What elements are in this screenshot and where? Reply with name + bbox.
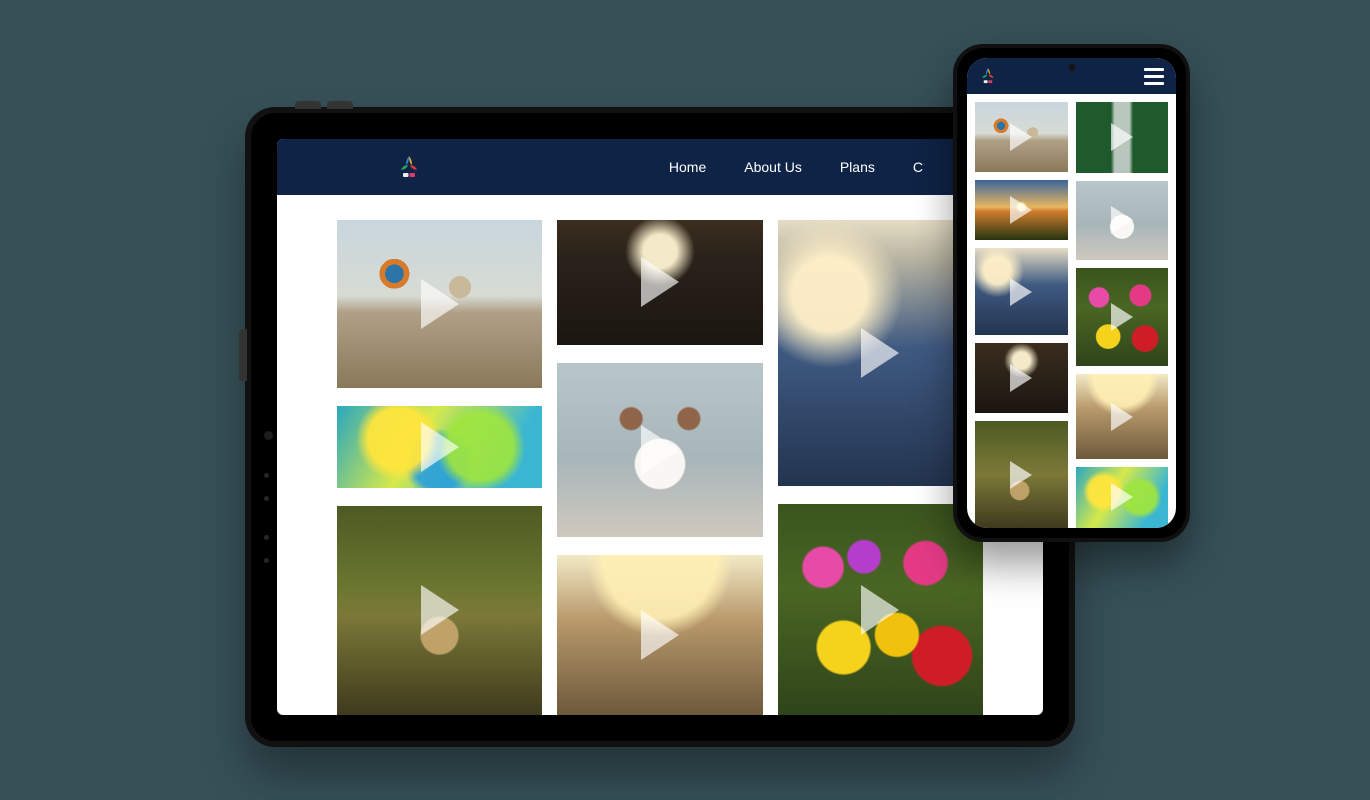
brand-logo-icon[interactable] [397, 153, 421, 181]
video-thumb-hands-raised-sunlight[interactable] [975, 248, 1068, 335]
brand-logo-icon[interactable] [979, 66, 997, 86]
phone-gallery-column-2 [1076, 102, 1169, 528]
play-icon [1010, 461, 1032, 489]
hamburger-menu-icon[interactable] [1144, 68, 1164, 85]
tablet-device-frame: Home About Us Plans C [245, 107, 1075, 747]
play-icon [1111, 303, 1133, 331]
video-thumb-deer[interactable] [975, 421, 1068, 528]
tablet-navbar: Home About Us Plans C [277, 139, 1043, 195]
video-thumb-sunset-field[interactable] [975, 180, 1068, 240]
phone-video-gallery [967, 94, 1176, 528]
video-thumb-concert-crowd[interactable] [975, 343, 1068, 413]
video-thumb-dog[interactable] [557, 363, 762, 537]
nav-link-partial[interactable]: C [913, 159, 923, 175]
tablet-bezel: Home About Us Plans C [251, 113, 1069, 741]
tablet-volume-up-button [295, 101, 321, 109]
play-icon [1010, 278, 1032, 306]
video-thumb-waterfall[interactable] [1076, 102, 1169, 173]
tablet-speaker-dots [264, 473, 269, 501]
tablet-screen: Home About Us Plans C [277, 139, 1043, 715]
tablet-video-gallery [277, 195, 1043, 715]
phone-gallery-column-1 [975, 102, 1068, 528]
video-thumb-hot-air-balloons[interactable] [337, 220, 542, 388]
video-thumb-concert-crowd[interactable] [557, 220, 762, 345]
play-icon [1111, 483, 1133, 511]
tablet-camera [264, 431, 273, 440]
nav-link-home[interactable]: Home [669, 159, 706, 175]
tablet-nav-menu: Home About Us Plans C [669, 159, 923, 175]
phone-device-frame [953, 44, 1190, 542]
nav-link-about-us[interactable]: About Us [744, 159, 802, 175]
play-icon [861, 585, 899, 635]
tablet-gallery-column-2 [557, 220, 762, 715]
phone-screen [967, 58, 1176, 528]
play-icon [1010, 364, 1032, 392]
video-thumb-dog[interactable] [1076, 181, 1169, 260]
play-icon [1111, 403, 1133, 431]
phone-bezel [957, 48, 1186, 538]
video-thumb-friends-group[interactable] [557, 555, 762, 715]
video-thumb-tulips[interactable] [1076, 268, 1169, 367]
play-icon [641, 257, 679, 307]
play-icon [1010, 196, 1032, 224]
play-icon [421, 585, 459, 635]
tablet-volume-down-button [327, 101, 353, 109]
play-icon [641, 425, 679, 475]
play-icon [861, 328, 899, 378]
video-thumb-hot-air-balloons[interactable] [975, 102, 1068, 172]
play-icon [421, 422, 459, 472]
play-icon [641, 610, 679, 660]
video-thumb-color-festival[interactable] [1076, 467, 1169, 528]
play-icon [1111, 206, 1133, 234]
video-thumb-deer[interactable] [337, 506, 542, 715]
nav-link-plans[interactable]: Plans [840, 159, 875, 175]
tablet-power-button [239, 329, 247, 381]
video-thumb-tulips[interactable] [778, 504, 983, 715]
tablet-speaker-dots [264, 535, 269, 563]
video-thumb-friends-group[interactable] [1076, 374, 1169, 459]
play-icon [1010, 123, 1032, 151]
play-icon [1111, 123, 1133, 151]
play-icon [421, 279, 459, 329]
tablet-gallery-column-1 [337, 220, 542, 715]
video-thumb-color-festival[interactable] [337, 406, 542, 488]
phone-camera [1068, 64, 1075, 71]
